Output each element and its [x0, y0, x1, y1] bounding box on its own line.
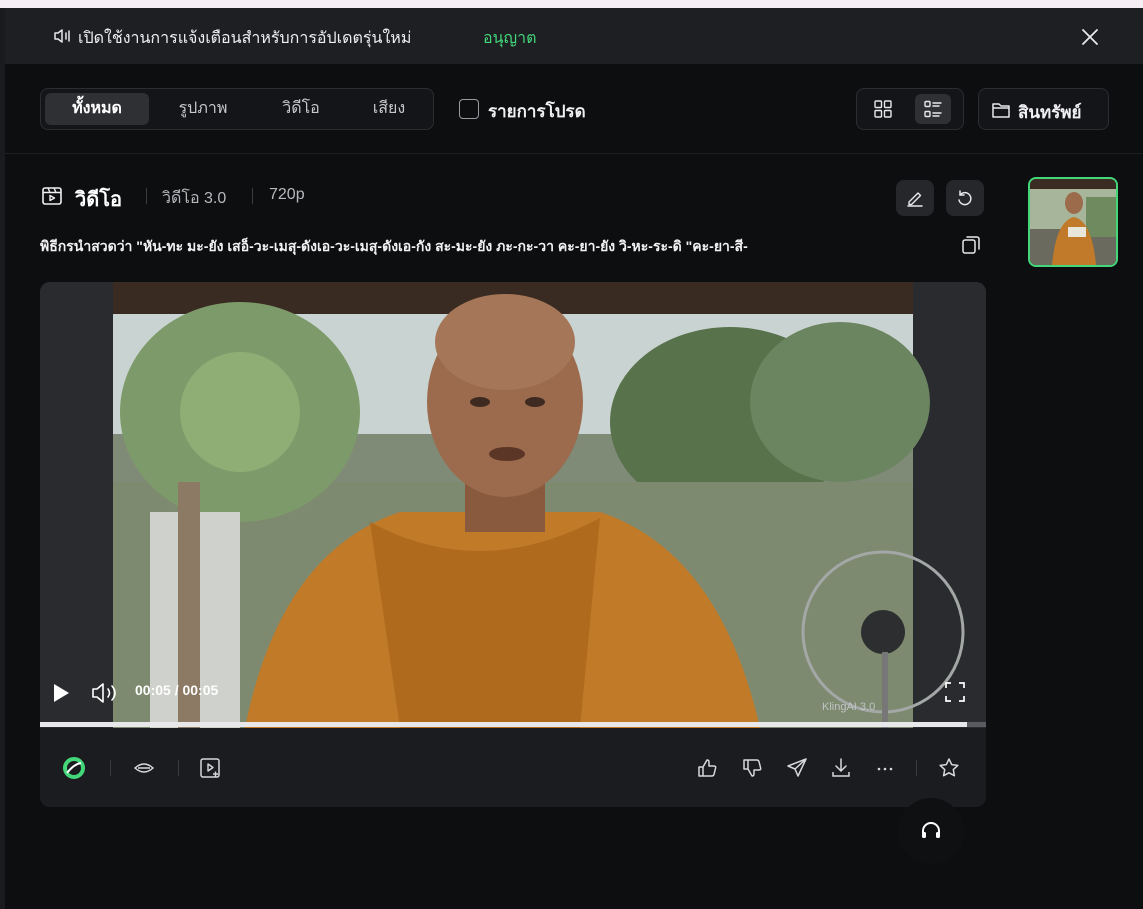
- action-separator: [178, 760, 179, 776]
- grid-icon: [874, 100, 892, 118]
- kling-logo-icon[interactable]: [62, 756, 86, 780]
- prompt-text: พิธีกรนำสวดว่า "หัน-ทะ มะ-ยัง เสอ็-วะ-เม…: [40, 238, 748, 254]
- notification-bar: เปิดใช้งานการแจ้งเตือนสำหรับการอัปเดตรุ่…: [5, 8, 1143, 64]
- model-version: วิดีโอ 3.0: [162, 190, 227, 207]
- folder-icon: [992, 103, 1010, 118]
- resolution: 720p: [269, 186, 305, 203]
- playback-time: 00:05 / 00:05: [135, 682, 219, 698]
- tab-images[interactable]: รูปภาพ: [159, 93, 247, 125]
- edit-button[interactable]: [896, 180, 934, 216]
- fullscreen-icon[interactable]: [943, 680, 967, 704]
- video-frame[interactable]: 00:05 / 00:05 KlingAI 3.0: [40, 282, 986, 728]
- list-view-button[interactable]: [915, 94, 951, 124]
- more-icon[interactable]: [873, 756, 897, 780]
- speaker-notification-icon: [54, 29, 70, 43]
- card-type-title: วิดีโอ: [75, 189, 122, 211]
- assets-label: สินทรัพย์: [1018, 103, 1082, 122]
- tab-videos[interactable]: วิดีโอ: [257, 93, 345, 125]
- thumbnail-image: [1030, 179, 1116, 265]
- meta-separator: [252, 188, 253, 204]
- regenerate-button[interactable]: [946, 180, 984, 216]
- notification-text: เปิดใช้งานการแจ้งเตือนสำหรับการอัปเดตรุ่…: [78, 30, 412, 47]
- download-icon[interactable]: [829, 756, 853, 780]
- list-icon: [924, 100, 942, 118]
- progress-fill: [40, 722, 968, 727]
- volume-icon[interactable]: [90, 680, 120, 706]
- video-type-icon: [42, 187, 62, 205]
- header-divider: [5, 153, 1143, 154]
- tab-all[interactable]: ทั้งหมด: [45, 93, 149, 125]
- copy-icon[interactable]: [960, 234, 982, 256]
- watermark: KlingAI 3.0: [822, 701, 876, 713]
- favorites-checkbox[interactable]: [459, 99, 479, 119]
- support-button[interactable]: [898, 798, 964, 864]
- video-thumbnail[interactable]: [1028, 177, 1118, 267]
- video-still-monk: [40, 282, 986, 728]
- lip-sync-icon[interactable]: [132, 756, 156, 780]
- tab-audio[interactable]: เสียง: [347, 93, 431, 125]
- window-top-strip: [0, 0, 1143, 8]
- star-icon[interactable]: [937, 756, 961, 780]
- action-separator: [110, 760, 111, 776]
- left-edge: [0, 8, 5, 909]
- video-player: 00:05 / 00:05 KlingAI 3.0: [40, 282, 986, 807]
- thumbs-down-icon[interactable]: [740, 756, 764, 780]
- media-filter-tabs: ทั้งหมด รูปภาพ วิดีโอ เสียง: [40, 88, 434, 130]
- undo-icon: [958, 190, 972, 206]
- close-icon[interactable]: [1077, 24, 1103, 50]
- action-separator: [916, 760, 917, 776]
- meta-separator: [146, 188, 147, 204]
- assets-button[interactable]: สินทรัพย์: [978, 88, 1109, 130]
- view-toggle: [856, 88, 964, 130]
- grid-view-button[interactable]: [865, 94, 901, 124]
- favorites-label: รายการโปรด: [488, 102, 586, 121]
- pencil-icon: [907, 192, 923, 207]
- extend-video-icon[interactable]: [198, 756, 222, 780]
- share-send-icon[interactable]: [785, 756, 809, 780]
- allow-notifications-link[interactable]: อนุญาต: [483, 26, 537, 51]
- progress-bar[interactable]: [40, 722, 986, 727]
- play-icon[interactable]: [50, 682, 72, 704]
- thumbs-up-icon[interactable]: [695, 756, 719, 780]
- headset-icon: [922, 822, 940, 838]
